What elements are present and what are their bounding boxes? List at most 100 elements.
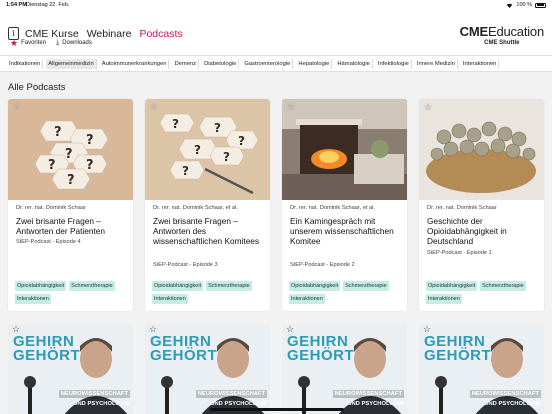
podcast-title: Zwei brisante Fragen – Antworten des wis… xyxy=(153,216,260,246)
podcast-author: Dr. rer. nat. Dominik Schaar, et al. xyxy=(290,205,376,211)
svg-text:?: ? xyxy=(54,125,62,140)
category-hepatologie[interactable]: Hepatologie xyxy=(296,58,333,69)
gehirn-banner-2: UND PSYCHOLOGIE xyxy=(484,401,541,407)
gehirn-banner-2: UND PSYCHOLOGIE xyxy=(347,401,404,407)
bookmark-star-icon[interactable]: ☆ xyxy=(287,102,295,113)
podcast-title: Zwei brisante Fragen – Antworten der Pat… xyxy=(16,216,106,236)
podcast-tags: Opioidabhängigkeit Schmerztherapie Inter… xyxy=(426,281,541,304)
logo-education: Education xyxy=(488,24,544,39)
tag[interactable]: Schmerztherapie xyxy=(480,281,526,291)
home-indicator[interactable] xyxy=(210,408,344,411)
tag[interactable]: Schmerztherapie xyxy=(343,281,389,291)
gehirn-title: GEHIRN GEHÖRT xyxy=(150,334,217,363)
podcast-image-poppy-basket xyxy=(419,99,544,200)
logo-rest: ducation xyxy=(496,24,544,39)
tag[interactable]: Interaktionen xyxy=(289,294,325,304)
gehirn-gehoert-card[interactable]: ☆ GEHIRN GEHÖRT NEUROWISSENSCHAFT UND PSY… xyxy=(145,324,270,414)
podcast-episode: StEP-Podcast - Episode 2 xyxy=(290,262,355,268)
podcast-card[interactable]: ??? ??? ☆ Dr. rer. nat. Dominik Schaar Z… xyxy=(8,99,133,311)
svg-text:?: ? xyxy=(65,147,73,162)
gehirn-banner-1: NEUROWISSENSCHAFT xyxy=(469,390,541,398)
favorites-label: Favoriten xyxy=(21,40,47,46)
category-indikationen[interactable]: Indikationen xyxy=(7,58,44,69)
downloads-label: Downloads xyxy=(62,40,92,46)
tag[interactable]: Interaktionen xyxy=(15,294,51,304)
gehirn-title: GEHIRN GEHÖRT xyxy=(13,334,81,364)
status-bar: 1:54 PM Dienstag 22. Feb. 100 % xyxy=(0,0,552,10)
tag[interactable]: Opioidabhängigkeit xyxy=(15,281,67,291)
category-innere-medizin[interactable]: Innere Medizin xyxy=(415,58,458,69)
gehirn-banner-1: NEUROWISSENSCHAFT xyxy=(332,390,404,398)
section-title: Alle Podcasts xyxy=(8,82,66,93)
gehirn-line2: GEHÖRT xyxy=(287,347,355,364)
gehirn-banner-2: UND PSYCHOLOGIE xyxy=(73,401,130,407)
nav-podcasts[interactable]: Podcasts xyxy=(139,28,182,40)
gehirn-gehoert-card[interactable]: ☆ GEHIRN GEHÖRT NEUROWISSENSCHAFT UND PSY… xyxy=(419,324,544,414)
tag[interactable]: Schmerztherapie xyxy=(206,281,252,291)
gehirn-banner-1: NEUROWISSENSCHAFT xyxy=(58,390,130,398)
wifi-icon xyxy=(507,3,513,8)
podcast-tags: Opioidabhängigkeit Schmerztherapie Inter… xyxy=(289,281,404,304)
downloads-button[interactable]: ⤓ Downloads xyxy=(54,37,94,49)
category-infektiologie[interactable]: Infektiologie xyxy=(376,58,412,69)
svg-text:?: ? xyxy=(172,117,179,131)
status-time: 1:54 PM xyxy=(6,2,27,8)
svg-text:?: ? xyxy=(214,121,221,135)
category-haematologie[interactable]: Hämatologie xyxy=(335,58,373,69)
bookmark-star-icon[interactable]: ☆ xyxy=(13,102,21,113)
logo-cme: CME xyxy=(459,24,488,39)
category-autoimmunerkrankungen[interactable]: Autoimmunerkrankungen xyxy=(100,58,170,69)
category-bar: Indikationen Allgemeinmedizin Autoimmune… xyxy=(0,55,552,72)
category-allgemeinmedizin[interactable]: Allgemeinmedizin xyxy=(46,58,97,69)
category-interaktionen[interactable]: Interaktionen xyxy=(461,58,500,69)
download-icon: ⤓ xyxy=(56,39,60,46)
podcast-author: Dr. rer. nat. Dominik Schaar xyxy=(427,205,497,211)
gehirn-line2: GEHÖRT xyxy=(13,347,81,364)
podcast-image-question-marks-pen: ??? ??? xyxy=(145,99,270,200)
podcast-episode: StEP-Podcast - Episode 1 xyxy=(427,250,492,256)
category-gastroenterologie[interactable]: Gastroenterologie xyxy=(242,58,294,69)
category-diabetologie[interactable]: Diabetologie xyxy=(202,58,240,69)
podcast-author: Dr. rer. nat. Dominik Schaar, et al. xyxy=(153,205,239,211)
gehirn-line2: GEHÖRT xyxy=(424,347,492,364)
favorites-button[interactable]: ★ Favoriten xyxy=(8,37,48,49)
status-date: Dienstag 22. Feb. xyxy=(26,2,70,8)
podcast-title: Geschichte der Opioidabhängigkeit in Deu… xyxy=(427,216,507,246)
svg-text:?: ? xyxy=(194,143,201,157)
svg-text:?: ? xyxy=(238,134,245,148)
logo-subtitle: CME Shuttle xyxy=(484,40,520,46)
svg-text:?: ? xyxy=(182,164,189,178)
svg-text:?: ? xyxy=(86,133,94,148)
tag[interactable]: Opioidabhängigkeit xyxy=(426,281,478,291)
battery-percent: 100 % xyxy=(516,2,532,8)
podcast-card[interactable]: ??? ??? ☆ Dr. rer. nat. Dominik Schaar, … xyxy=(145,99,270,311)
tag[interactable]: Opioidabhängigkeit xyxy=(152,281,204,291)
gehirn-title: GEHIRN GEHÖRT xyxy=(287,334,355,364)
podcast-title: Ein Kamingespräch mit unserem wissenscha… xyxy=(290,216,394,246)
tag[interactable]: Opioidabhängigkeit xyxy=(289,281,341,291)
gehirn-banner-2: UND PSYCHOLOGIE xyxy=(210,401,267,407)
status-right: 100 % xyxy=(506,2,546,8)
podcast-author: Dr. rer. nat. Dominik Schaar xyxy=(16,205,86,211)
svg-text:?: ? xyxy=(48,158,56,173)
star-icon: ★ xyxy=(10,37,19,48)
podcast-tags: Opioidabhängigkeit Schmerztherapie Inter… xyxy=(152,281,267,304)
podcast-tags: Opioidabhängigkeit Schmerztherapie Inter… xyxy=(15,281,130,304)
svg-text:?: ? xyxy=(223,150,230,164)
podcast-episode: StEP-Podcast - Episode 4 xyxy=(16,239,81,245)
podcast-card[interactable]: ☆ Dr. rer. nat. Dominik Schaar, et al. E… xyxy=(282,99,407,311)
gehirn-gehoert-card[interactable]: ☆ GEHIRN GEHÖRT NEUROWISSENSCHAFT UND PSY… xyxy=(8,324,133,414)
gehirn-gehoert-card[interactable]: ☆ GEHIRN GEHÖRT NEUROWISSENSCHAFT UND PSY… xyxy=(282,324,407,414)
tag[interactable]: Interaktionen xyxy=(426,294,462,304)
tag[interactable]: Schmerztherapie xyxy=(69,281,115,291)
cme-education-logo: CMEEducation CME Shuttle xyxy=(459,24,545,46)
svg-text:?: ? xyxy=(86,158,94,173)
category-demenz[interactable]: Demenz xyxy=(172,58,200,69)
gehirn-title: GEHIRN GEHÖRT xyxy=(424,334,492,364)
bookmark-star-icon[interactable]: ☆ xyxy=(424,102,432,113)
podcast-card[interactable]: ☆ Dr. rer. nat. Dominik Schaar Geschicht… xyxy=(419,99,544,311)
svg-text:?: ? xyxy=(67,173,75,188)
tag[interactable]: Interaktionen xyxy=(152,294,188,304)
bookmark-star-icon[interactable]: ☆ xyxy=(150,102,158,113)
battery-icon xyxy=(535,2,546,8)
